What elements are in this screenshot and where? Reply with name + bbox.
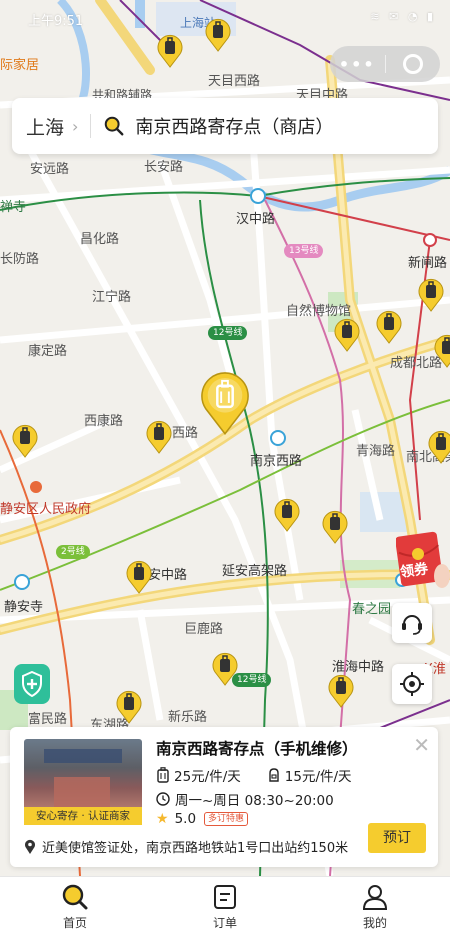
- storage-pin[interactable]: [12, 424, 38, 458]
- tab-profile[interactable]: 我的: [300, 877, 450, 936]
- map-label-poi: 禅寺: [0, 200, 27, 215]
- map-label-road: 巨鹿路: [184, 622, 224, 637]
- book-button[interactable]: 预订: [368, 823, 426, 853]
- promo-tag: 多订特惠: [204, 812, 249, 826]
- price-small-luggage: 15元/件/天: [284, 769, 352, 785]
- map-label-road: 西康路: [84, 414, 124, 429]
- price-small-group: 15元/件/天: [267, 765, 352, 785]
- tab-orders[interactable]: 订单: [150, 877, 300, 936]
- star-icon: ★: [156, 811, 169, 827]
- city-selector[interactable]: 上海 ›: [12, 113, 78, 140]
- map-label-poi: 静安区人民政府: [0, 502, 92, 517]
- status-bar: 上午9:51 ≋ ✉ ◔ ▮: [0, 0, 450, 34]
- map-label-road: 安中路: [148, 568, 188, 583]
- price-row: 25元/件/天 15元/件/天: [156, 765, 352, 785]
- map-label-poi: 际家居: [0, 58, 40, 73]
- hours-row: 周一~周日 08:30~20:00: [156, 789, 334, 809]
- map-label-station: 南京西路: [250, 454, 303, 469]
- metro-line-badge: 13号线: [284, 244, 324, 258]
- map-label-road: 新乐路: [168, 710, 208, 725]
- tab-label: 首页: [62, 916, 87, 930]
- rating-value: 5.0: [174, 811, 197, 827]
- search-divider: [90, 114, 92, 138]
- map-label-road: 天目西路: [208, 74, 261, 89]
- search-bar: 上海 › 南京西路寄存点（商店）: [12, 98, 438, 154]
- storage-pin[interactable]: [418, 278, 444, 312]
- store-address: 近美使馆签证处，南京西路地铁站1号口出站约150米: [42, 841, 349, 856]
- map-label-road: 青海路: [356, 444, 396, 459]
- price-large-luggage: 25元/件/天: [174, 769, 241, 785]
- metro-line-badge: 2号线: [56, 545, 90, 559]
- luggage-large-icon: [157, 767, 169, 783]
- metro-line-badge: 12号线: [208, 326, 248, 340]
- storage-pin[interactable]: [376, 310, 402, 344]
- selected-storage-pin[interactable]: [200, 370, 250, 436]
- storage-pin[interactable]: [157, 34, 183, 68]
- search-home-icon: [62, 884, 88, 910]
- close-miniprogram-icon[interactable]: [385, 54, 440, 74]
- location-pin-icon: [25, 839, 35, 854]
- map-label-road: 延安高架路: [222, 564, 288, 579]
- certified-badge: 安心寄存 · 认证商家: [24, 807, 142, 825]
- storage-pin[interactable]: [274, 498, 300, 532]
- store-card[interactable]: 安心寄存 · 认证商家 南京西路寄存点（手机维修） ✕ 25元/件/天 15元/…: [10, 727, 438, 867]
- map-label-station: 汉中路: [236, 212, 276, 227]
- user-icon: [362, 885, 388, 910]
- clock-icon: [156, 792, 170, 806]
- storage-pin[interactable]: [212, 652, 238, 686]
- storage-pin[interactable]: [322, 510, 348, 544]
- headset-icon: [402, 615, 422, 635]
- orders-icon: [214, 885, 236, 909]
- customer-service-button[interactable]: [392, 603, 432, 643]
- map-label-road: 康定路: [28, 344, 68, 359]
- map-label-road: 西路: [172, 426, 199, 441]
- search-icon: [105, 116, 124, 136]
- close-icon[interactable]: ✕: [413, 735, 430, 755]
- more-menu-icon[interactable]: •••: [330, 55, 385, 74]
- chevron-right-icon: ›: [72, 116, 79, 136]
- storage-pin[interactable]: [328, 674, 354, 708]
- address-row: 近美使馆签证处，南京西路地铁站1号口出站约150米: [24, 837, 348, 856]
- business-hours: 周一~周日 08:30~20:00: [175, 793, 334, 809]
- map-label-road: 江宁路: [92, 290, 132, 305]
- map-label-road: 昌化路: [80, 232, 120, 247]
- storage-pin[interactable]: [146, 420, 172, 454]
- tab-label: 订单: [212, 916, 237, 930]
- storage-pin[interactable]: [428, 430, 450, 464]
- backpack-icon: [269, 768, 279, 782]
- rating-row: ★ 5.0 多订特惠: [156, 811, 249, 827]
- map-label-poi: 自然博物馆: [286, 304, 352, 319]
- miniprogram-capsule: •••: [330, 46, 440, 82]
- map-label-station: 静安寺: [4, 600, 44, 615]
- store-name: 南京西路寄存点（手机维修）: [156, 740, 358, 758]
- bottom-tab-bar: 首页 订单 我的: [0, 876, 450, 936]
- store-photo-sign: [44, 749, 122, 763]
- status-time: 上午9:51: [28, 14, 84, 29]
- tab-label: 我的: [362, 916, 387, 930]
- locate-icon: [400, 672, 424, 696]
- status-icons: ≋ ✉ ◔ ▮: [370, 10, 436, 23]
- map-label-road: 长安路: [144, 160, 184, 175]
- storage-pin[interactable]: [116, 690, 142, 724]
- storage-pin[interactable]: [434, 334, 450, 368]
- city-name: 上海: [26, 116, 65, 139]
- coupon-label: 领券: [399, 561, 430, 581]
- map-label-station: 新闸路: [408, 256, 448, 271]
- map-label-road: 安远路: [30, 162, 70, 177]
- coupon-button[interactable]: 领券: [395, 530, 450, 590]
- storage-pin[interactable]: [126, 560, 152, 594]
- map-label-road: 淮海中路: [332, 660, 385, 675]
- storage-pin[interactable]: [334, 318, 360, 352]
- map-label-road: 富民路: [28, 712, 68, 727]
- map-label-poi: 春之园: [352, 602, 392, 617]
- tab-home[interactable]: 首页: [0, 877, 150, 936]
- map-label-road: 长防路: [0, 252, 40, 267]
- shield-plus-icon: [22, 671, 42, 697]
- insurance-shield-button[interactable]: [14, 664, 50, 704]
- search-input[interactable]: 南京西路寄存点（商店）: [135, 113, 333, 139]
- locate-me-button[interactable]: [392, 664, 432, 704]
